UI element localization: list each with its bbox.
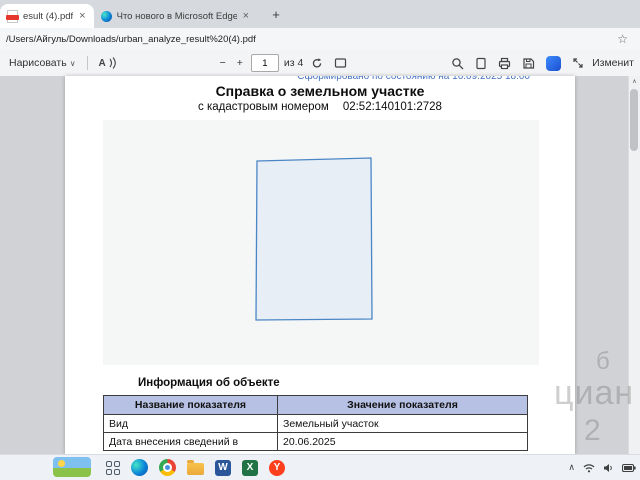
fit-to-page-icon[interactable] — [331, 55, 350, 71]
row-value: 20.06.2025 — [277, 432, 528, 451]
zoom-in-button[interactable]: + — [234, 55, 246, 71]
table-row: Дата внесения сведений в 20.06.2025 — [103, 432, 528, 451]
page-number-input[interactable] — [250, 54, 279, 72]
cadastral-label: с кадастровым номером — [198, 101, 329, 113]
copilot-icon[interactable] — [543, 54, 564, 73]
tab-pdf-label: esult (4).pdf — [23, 10, 74, 22]
document-title: Справка о земельном участке — [215, 83, 425, 99]
wifi-icon[interactable] — [583, 463, 595, 473]
chevron-down-icon: ∨ — [69, 58, 76, 68]
browser-window: esult (4).pdf × Что нового в Microsoft E… — [0, 0, 640, 480]
battery-icon[interactable] — [622, 463, 636, 473]
yandex-browser-icon[interactable]: Y — [269, 459, 285, 476]
sound-waves-icon — [109, 57, 116, 69]
tab-pdf[interactable]: esult (4).pdf × — [0, 4, 94, 28]
page-view-icon[interactable] — [472, 55, 490, 72]
file-explorer-icon[interactable] — [187, 460, 204, 475]
edit-label[interactable]: Изменит — [592, 57, 634, 69]
favorite-star-icon[interactable]: ☆ — [617, 32, 628, 46]
save-icon[interactable] — [519, 55, 538, 72]
toolbar-divider — [86, 56, 88, 70]
row-name: Дата внесения сведений в — [103, 432, 278, 451]
new-tab-button[interactable]: + — [265, 3, 287, 25]
taskbar-icons: W X Y — [106, 455, 285, 480]
vertical-scrollbar[interactable]: ∧ — [628, 76, 640, 455]
info-section-heading: Информация об объекте — [138, 377, 280, 389]
task-view-icon[interactable] — [106, 460, 120, 475]
table-header-row: Название показателя Значение показателя — [103, 395, 528, 415]
weather-widget[interactable] — [53, 457, 91, 477]
tab-close-icon[interactable]: × — [242, 10, 250, 22]
fullscreen-icon[interactable] — [569, 55, 587, 71]
address-url[interactable]: /Users/Айгуль/Downloads/urban_analyze_re… — [6, 34, 617, 45]
edge-taskbar-icon[interactable] — [131, 459, 148, 476]
draw-button[interactable]: Нарисовать ∨ — [6, 55, 79, 71]
search-icon[interactable] — [448, 55, 467, 72]
edge-logo-icon — [100, 10, 112, 22]
read-aloud-button[interactable]: A — [96, 55, 119, 71]
tab-bar: esult (4).pdf × Что нового в Microsoft E… — [0, 0, 640, 28]
table-header-name: Название показателя — [103, 395, 278, 415]
windows-taskbar: W X Y ∧ — [0, 454, 640, 480]
tray-chevron-up-icon[interactable]: ∧ — [568, 462, 575, 473]
document-subtitle: с кадастровым номером 02:52:140101:2728 — [65, 101, 575, 113]
word-icon[interactable]: W — [215, 459, 231, 476]
row-value: Земельный участок — [277, 414, 528, 433]
tab-edge-label: Что нового в Microsoft Edge — [116, 10, 237, 22]
tab-edge-whats-new[interactable]: Что нового в Microsoft Edge × — [94, 4, 257, 28]
excel-icon[interactable]: X — [242, 459, 258, 476]
parcel-polygon — [255, 157, 373, 321]
scrollbar-thumb[interactable] — [630, 89, 638, 151]
address-bar: /Users/Айгуль/Downloads/urban_analyze_re… — [0, 28, 640, 51]
table-header-value: Значение показателя — [277, 395, 528, 415]
rotate-icon[interactable] — [308, 55, 326, 71]
chrome-icon[interactable] — [159, 459, 176, 476]
scroll-up-icon[interactable]: ∧ — [629, 76, 640, 87]
volume-icon[interactable] — [603, 463, 614, 473]
tab-close-icon[interactable]: × — [78, 10, 86, 22]
system-tray: ∧ — [568, 455, 636, 480]
object-info-table: Название показателя Значение показателя … — [103, 395, 528, 451]
pdf-viewer-area: Сформировано по состоянию на 16.09.2025 … — [0, 76, 640, 455]
read-aloud-icon: A — [98, 57, 106, 69]
row-name: Вид — [103, 414, 278, 433]
zoom-out-button[interactable]: − — [217, 55, 229, 71]
page-count-label: из 4 — [283, 57, 304, 69]
draw-label: Нарисовать — [9, 57, 67, 69]
generated-date-note: Сформировано по состоянию на 16.09.2025 … — [297, 76, 530, 82]
cadastral-number: 02:52:140101:2728 — [342, 101, 442, 113]
print-icon[interactable] — [495, 55, 514, 72]
pdf-page: Сформировано по состоянию на 16.09.2025 … — [65, 76, 575, 455]
pdf-file-icon — [6, 9, 19, 23]
table-row: Вид Земельный участок — [103, 414, 528, 433]
parcel-map — [103, 120, 539, 365]
pdf-toolbar: Нарисовать ∨ A − + из 4 — [0, 50, 640, 77]
